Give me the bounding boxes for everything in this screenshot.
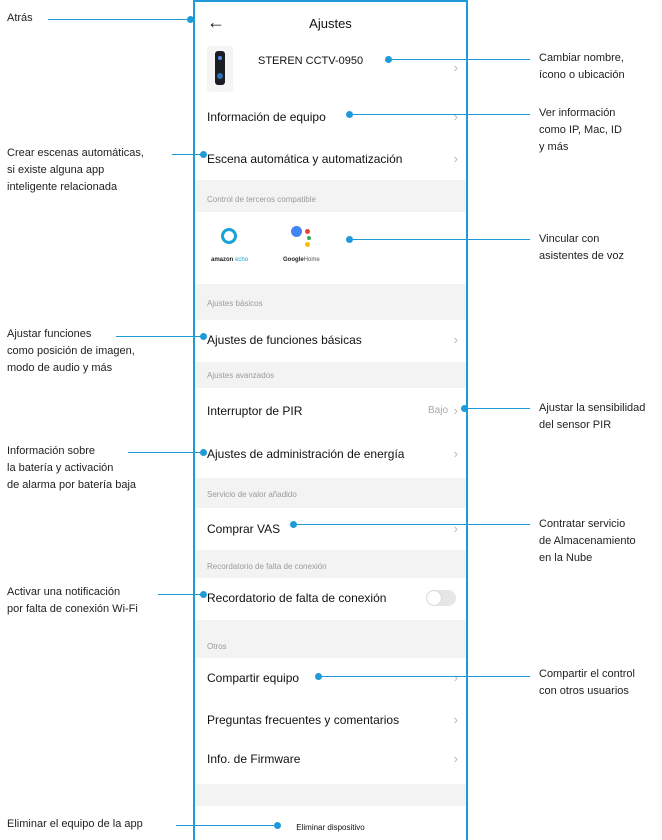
row-interruptor-pir[interactable]: Interruptor de PIR Bajo ›	[195, 390, 466, 430]
row-comprar-vas[interactable]: Comprar VAS ›	[195, 508, 466, 548]
annotation-compartir: Compartir el control con otros usuarios	[539, 668, 635, 697]
section-header-avanzados: Ajustes avanzados	[195, 362, 466, 388]
chevron-right-icon: ›	[453, 751, 458, 766]
row-label: Información de equipo	[207, 110, 326, 124]
chevron-right-icon: ›	[453, 712, 458, 727]
page-title: Ajustes	[309, 16, 352, 31]
row-funciones-basicas[interactable]: Ajustes de funciones básicas ›	[195, 320, 466, 360]
chevron-right-icon: ›	[453, 332, 458, 347]
annotation-ver-informacion: Ver información como IP, Mac, ID y más	[539, 107, 622, 153]
row-administracion-energia[interactable]: Ajustes de administración de energía ›	[195, 432, 466, 476]
row-informacion-equipo[interactable]: Información de equipo ›	[195, 98, 466, 136]
annotation-vincular: Vincular con asistentes de voz	[539, 233, 624, 262]
section-header-recordatorio: Recordatorio de falta de conexión	[195, 550, 466, 578]
row-label: Comprar VAS	[207, 522, 281, 536]
row-label: Ajustes de funciones básicas	[207, 333, 362, 347]
annotation-contratar: Contratar servicio de Almacenamiento en …	[539, 518, 636, 564]
chevron-right-icon: ›	[453, 403, 458, 418]
connection-reminder-toggle[interactable]	[426, 590, 456, 606]
settings-screen: ← Ajustes STEREN CCTV-0950 › Información…	[193, 0, 468, 840]
annotation-sensibilidad: Ajustar la sensibilidad del sensor PIR	[539, 402, 646, 431]
device-row[interactable]: STEREN CCTV-0950 ›	[195, 44, 466, 96]
section-header-valor: Servicio de valor añadido	[195, 478, 466, 508]
chevron-right-icon: ›	[453, 151, 458, 166]
row-preguntas-frecuentes[interactable]: Preguntas frecuentes y comentarios ›	[195, 700, 466, 740]
chevron-right-icon: ›	[453, 670, 458, 685]
annotation-cambiar-nombre: Cambiar nombre, ícono o ubicación	[539, 52, 625, 81]
delete-device-button[interactable]: Eliminar dispositivo	[195, 808, 466, 840]
row-label: Recordatorio de falta de conexión	[207, 591, 387, 605]
device-name: STEREN CCTV-0950	[258, 55, 364, 67]
third-party-row: amazon echo GoogleHome	[195, 212, 466, 282]
row-info-firmware[interactable]: Info. de Firmware ›	[195, 742, 466, 782]
pir-value: Bajo	[427, 405, 448, 416]
row-label: Compartir equipo	[207, 671, 300, 685]
alexa-ring-icon	[221, 228, 237, 244]
chevron-right-icon: ›	[453, 446, 458, 461]
annotation-bateria: Información sobre la batería y activació…	[7, 445, 137, 491]
annotation-ajustar-funciones: Ajustar funciones como posición de image…	[7, 328, 135, 374]
row-label: Preguntas frecuentes y comentarios	[207, 713, 400, 727]
row-label: Info. de Firmware	[207, 752, 301, 766]
chevron-right-icon: ›	[453, 60, 458, 75]
section-header-basicos: Ajustes básicos	[195, 284, 466, 320]
row-label: Interruptor de PIR	[207, 404, 303, 418]
chevron-right-icon: ›	[453, 109, 458, 124]
section-header-otros: Otros	[195, 620, 466, 658]
annotation-notificacion: Activar una notificación por falta de co…	[7, 586, 138, 615]
row-label: Ajustes de administración de energía	[207, 447, 405, 461]
row-escena-automatica[interactable]: Escena automática y automatización ›	[195, 138, 466, 178]
header: ← Ajustes	[195, 2, 466, 44]
row-label: Escena automática y automatización	[207, 152, 403, 166]
annotation-escenas: Crear escenas automáticas, si existe alg…	[7, 147, 144, 193]
section-spacer	[195, 784, 466, 806]
section-header-terceros: Control de terceros compatible	[195, 180, 466, 212]
google-assistant-icon	[291, 226, 302, 237]
row-compartir-equipo[interactable]: Compartir equipo ›	[195, 658, 466, 698]
annotation-atras: Atrás	[7, 12, 33, 24]
annotation-eliminar: Eliminar el equipo de la app	[7, 818, 143, 830]
camera-thumbnail	[207, 46, 233, 92]
row-recordatorio-conexion: Recordatorio de falta de conexión	[195, 578, 466, 618]
